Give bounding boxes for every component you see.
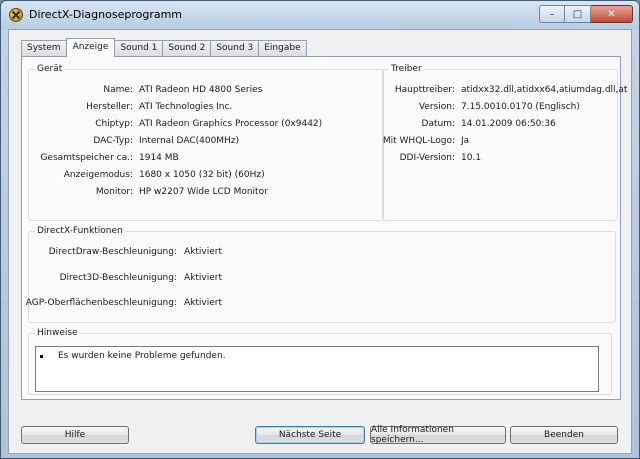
feature-row: Direct3D-Beschleunigung: Aktiviert	[29, 272, 609, 284]
save-all-info-button[interactable]: Alle Informationen speichern...	[370, 425, 506, 445]
driver-label: Haupttreiber:	[394, 85, 455, 95]
dialog-client: System Anzeige Sound 1 Sound 2 Sound 3 E…	[8, 29, 632, 454]
driver-group: Treiber Haupttreiber: atidxx32.dll,atidx…	[382, 64, 628, 221]
feature-label: DirectDraw-Beschleunigung:	[48, 247, 177, 257]
device-row: Name: ATI Radeon HD 4800 Series	[29, 84, 379, 96]
close-button[interactable]: ✕	[591, 5, 633, 23]
minimize-button[interactable]: –	[539, 5, 565, 23]
notes-textbox[interactable]: Es wurden keine Probleme gefunden.	[35, 346, 599, 392]
tab-sound-2[interactable]: Sound 2	[162, 40, 212, 56]
notes-group: Hinweise Es wurden keine Probleme gefund…	[28, 328, 612, 395]
driver-group-title: Treiber	[389, 64, 424, 74]
driver-row: DDI-Version: 10.1	[383, 152, 617, 164]
driver-row: Haupttreiber: atidxx32.dll,atidxx64,atiu…	[383, 84, 628, 96]
feature-label: AGP-Oberflächenbeschleunigung:	[25, 298, 177, 308]
driver-value: atidxx32.dll,atidxx64,atiumdag.dll,at	[461, 85, 628, 95]
device-value: ATI Radeon HD 4800 Series	[139, 85, 263, 95]
tab-anzeige[interactable]: Anzeige	[65, 38, 116, 57]
device-label: Monitor:	[95, 187, 133, 197]
title-bar[interactable]: DirectX-Diagnoseprogramm – □ ✕	[1, 1, 639, 29]
feature-value: Aktiviert	[184, 273, 222, 283]
directx-features-group: DirectX-Funktionen DirectDraw-Beschleuni…	[25, 226, 616, 323]
feature-value: Aktiviert	[184, 298, 222, 308]
bullet-icon	[40, 355, 43, 358]
device-value: Internal DAC(400MHz)	[139, 136, 240, 146]
window-title: DirectX-Diagnoseprogramm	[29, 8, 183, 21]
driver-value: 10.1	[461, 153, 482, 163]
feature-value: Aktiviert	[184, 247, 222, 257]
device-row: Gesamtspeicher ca.: 1914 MB	[29, 152, 379, 164]
device-value: 1914 MB	[139, 153, 179, 163]
directx-group-title: DirectX-Funktionen	[35, 226, 125, 236]
device-group: Gerät Name: ATI Radeon HD 4800 Series He…	[28, 64, 384, 221]
device-value: ATI Technologies Inc.	[139, 102, 233, 112]
tab-sound-3[interactable]: Sound 3	[210, 40, 260, 56]
device-label: Name:	[103, 85, 133, 95]
driver-label: Version:	[418, 102, 455, 112]
driver-label: DDI-Version:	[399, 153, 455, 163]
driver-row: Mit WHQL-Logo: Ja	[383, 135, 617, 147]
caption-buttons: – □ ✕	[539, 5, 633, 23]
device-label: Gesamtspeicher ca.:	[40, 153, 133, 163]
dxdiag-window: DirectX-Diagnoseprogramm – □ ✕ System An…	[0, 0, 640, 459]
device-group-title: Gerät	[35, 64, 65, 74]
device-value: ATI Radeon Graphics Processor (0x9442)	[139, 119, 323, 129]
help-button[interactable]: Hilfe	[21, 426, 129, 444]
device-value: HP w2207 Wide LCD Monitor	[139, 187, 268, 197]
next-page-button[interactable]: Nächste Seite	[255, 426, 365, 444]
driver-value: 14.01.2009 06:50:36	[461, 119, 556, 129]
maximize-button[interactable]: □	[565, 5, 591, 23]
device-value: 1680 x 1050 (32 bit) (60Hz)	[139, 170, 265, 180]
exit-button[interactable]: Beenden	[510, 426, 618, 444]
notes-item-text: Es wurden keine Probleme gefunden.	[58, 351, 226, 361]
device-row: Anzeigemodus: 1680 x 1050 (32 bit) (60Hz…	[29, 169, 379, 181]
tab-system[interactable]: System	[21, 40, 67, 56]
driver-row: Version: 7.15.0010.0170 (Englisch)	[383, 101, 617, 113]
device-row: Hersteller: ATI Technologies Inc.	[29, 101, 379, 113]
device-row: Chiptyp: ATI Radeon Graphics Processor (…	[29, 118, 379, 130]
device-row: Monitor: HP w2207 Wide LCD Monitor	[29, 186, 379, 198]
feature-row: DirectDraw-Beschleunigung: Aktiviert	[29, 246, 609, 258]
device-label: DAC-Typ:	[93, 136, 133, 146]
driver-row: Datum: 14.01.2009 06:50:36	[383, 118, 617, 130]
device-row: DAC-Typ: Internal DAC(400MHz)	[29, 135, 379, 147]
driver-label: Datum:	[421, 119, 455, 129]
feature-label: Direct3D-Beschleunigung:	[59, 273, 177, 283]
device-label: Anzeigemodus:	[63, 170, 133, 180]
tab-eingabe[interactable]: Eingabe	[258, 40, 307, 56]
display-panel: Gerät Name: ATI Radeon HD 4800 Series He…	[21, 56, 628, 400]
directx-icon	[9, 8, 23, 22]
notes-group-title: Hinweise	[35, 328, 80, 338]
tab-sound-1[interactable]: Sound 1	[114, 40, 164, 56]
tab-strip: System Anzeige Sound 1 Sound 2 Sound 3 E…	[21, 38, 307, 57]
driver-value: 7.15.0010.0170 (Englisch)	[461, 102, 580, 112]
feature-row: AGP-Oberflächenbeschleunigung: Aktiviert	[25, 297, 609, 309]
device-label: Hersteller:	[86, 102, 133, 112]
driver-value: Ja	[461, 136, 470, 146]
driver-label: Mit WHQL-Logo:	[382, 136, 455, 146]
device-label: Chiptyp:	[95, 119, 133, 129]
